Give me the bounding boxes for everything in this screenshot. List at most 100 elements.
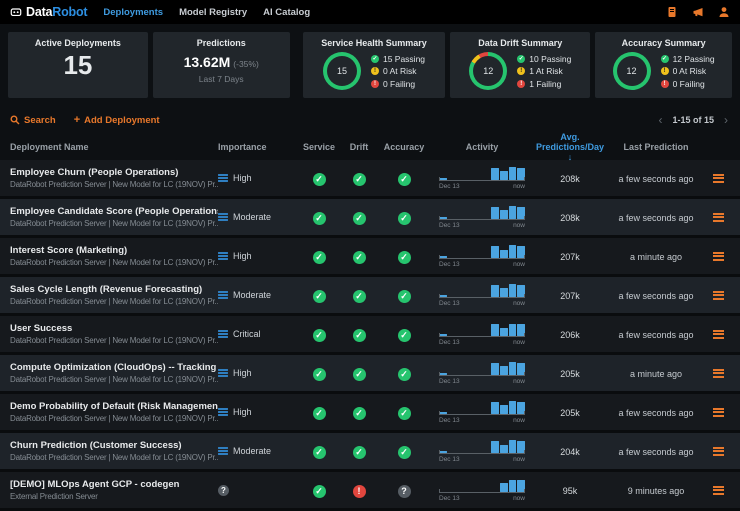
row-menu-icon[interactable]: [713, 408, 724, 417]
service-status-icon[interactable]: ✓: [313, 446, 326, 459]
search-button[interactable]: Search: [10, 115, 56, 126]
deployment-name[interactable]: Churn Prediction (Customer Success): [10, 440, 218, 451]
deployment-name[interactable]: User Success: [10, 323, 218, 334]
row-menu-icon[interactable]: [713, 369, 724, 378]
importance-cell: High: [218, 251, 298, 261]
accuracy-status-icon[interactable]: ✓: [398, 173, 411, 186]
deployment-subtitle: DataRobot Prediction Server | New Model …: [10, 336, 218, 345]
user-icon[interactable]: [718, 6, 730, 18]
header-service[interactable]: Service: [298, 142, 340, 152]
drift-cell: ✓: [340, 403, 378, 421]
table-row[interactable]: Interest Score (Marketing) DataRobot Pre…: [0, 238, 740, 277]
deployment-name[interactable]: [DEMO] MLOps Agent GCP - codegen: [10, 479, 218, 490]
drift-status-icon[interactable]: ✓: [353, 251, 366, 264]
legend-passing: 10 Passing: [529, 54, 571, 64]
header-drift[interactable]: Drift: [340, 142, 378, 152]
table-row[interactable]: User Success DataRobot Prediction Server…: [0, 316, 740, 355]
importance-label: Moderate: [233, 446, 271, 456]
row-menu-icon[interactable]: [713, 330, 724, 339]
drift-status-icon[interactable]: ✓: [353, 368, 366, 381]
service-cell: ✓: [298, 481, 340, 499]
deployment-subtitle: DataRobot Prediction Server | New Model …: [10, 180, 218, 189]
nav-item-model-registry[interactable]: Model Registry: [179, 7, 247, 18]
row-menu-icon[interactable]: [713, 213, 724, 222]
service-status-icon[interactable]: ✓: [313, 173, 326, 186]
service-cell: ✓: [298, 286, 340, 304]
accuracy-status-icon[interactable]: ✓: [398, 446, 411, 459]
importance-label: High: [233, 173, 252, 183]
table-row[interactable]: Churn Prediction (Customer Success) Data…: [0, 433, 740, 472]
header-importance[interactable]: Importance: [218, 142, 298, 152]
table-row[interactable]: Compute Optimization (CloudOps) -- Track…: [0, 355, 740, 394]
docs-icon[interactable]: [666, 6, 678, 18]
datarobot-robot-icon: [10, 6, 22, 18]
add-deployment-button[interactable]: + Add Deployment: [74, 115, 160, 126]
drift-status-icon[interactable]: ✓: [353, 212, 366, 225]
accuracy-status-icon[interactable]: ✓: [398, 251, 411, 264]
header-avg-predictions[interactable]: Avg. Predictions/Day ↓: [534, 132, 606, 162]
deployment-name-cell: User Success DataRobot Prediction Server…: [10, 323, 218, 345]
drift-status-icon[interactable]: !: [353, 485, 366, 498]
nav-item-ai-catalog[interactable]: AI Catalog: [263, 7, 310, 18]
accuracy-status-icon[interactable]: ✓: [398, 407, 411, 420]
table-row[interactable]: Sales Cycle Length (Revenue Forecasting)…: [0, 277, 740, 316]
accuracy-status-icon[interactable]: ✓: [398, 212, 411, 225]
accuracy-status-icon[interactable]: ✓: [398, 329, 411, 342]
avg-predictions-value: 207k: [560, 291, 580, 301]
service-status-icon[interactable]: ✓: [313, 368, 326, 381]
deployment-name[interactable]: Sales Cycle Length (Revenue Forecasting): [10, 284, 218, 295]
activity-chart: [439, 283, 525, 297]
prev-page-icon[interactable]: ‹: [656, 115, 664, 125]
service-status-icon[interactable]: ✓: [313, 212, 326, 225]
table-row[interactable]: Demo Probability of Default (Risk Manage…: [0, 394, 740, 433]
header-activity[interactable]: Activity: [430, 142, 534, 152]
megaphone-icon[interactable]: [692, 6, 704, 18]
legend-failing: 0 Failing: [383, 79, 415, 89]
table-row[interactable]: Employee Candidate Score (People Operati…: [0, 199, 740, 238]
datarobot-logo[interactable]: DataRobot: [10, 5, 87, 19]
service-status-icon[interactable]: ✓: [313, 251, 326, 264]
deployment-name[interactable]: Demo Probability of Default (Risk Manage…: [10, 401, 218, 412]
activity-cell: Dec 13 now: [430, 322, 534, 346]
accuracy-status-icon[interactable]: ✓: [398, 368, 411, 381]
activity-start-label: Dec 13: [439, 222, 460, 229]
deployment-name[interactable]: Compute Optimization (CloudOps) -- Track…: [10, 362, 218, 373]
service-status-icon[interactable]: ✓: [313, 485, 326, 498]
predictions-delta: (-35%): [233, 59, 259, 69]
row-menu-icon[interactable]: [713, 291, 724, 300]
drift-status-icon[interactable]: ✓: [353, 329, 366, 342]
accuracy-status-icon[interactable]: ?: [398, 485, 411, 498]
pagination: ‹ 1-15 of 15 ›: [656, 115, 730, 125]
service-status-icon[interactable]: ✓: [313, 290, 326, 303]
drift-status-icon[interactable]: ✓: [353, 173, 366, 186]
nav-item-deployments[interactable]: Deployments: [103, 7, 163, 18]
row-menu-icon[interactable]: [713, 486, 724, 495]
table-row[interactable]: [DEMO] MLOps Agent GCP - codegen Externa…: [0, 472, 740, 511]
importance-label: Moderate: [233, 290, 271, 300]
predictions-card: Predictions 13.62M(-35%) Last 7 Days: [153, 32, 290, 98]
deployment-name[interactable]: Employee Churn (People Operations): [10, 167, 218, 178]
service-status-icon[interactable]: ✓: [313, 329, 326, 342]
header-accuracy[interactable]: Accuracy: [378, 142, 430, 152]
header-deployment-name[interactable]: Deployment Name: [10, 142, 218, 152]
activity-chart: [439, 439, 525, 453]
header-last-prediction[interactable]: Last Prediction: [606, 142, 706, 152]
row-menu-icon[interactable]: [713, 447, 724, 456]
row-menu-icon[interactable]: [713, 252, 724, 261]
donut-center-value: 15: [327, 56, 357, 86]
table-row[interactable]: Employee Churn (People Operations) DataR…: [0, 160, 740, 199]
drift-status-icon[interactable]: ✓: [353, 290, 366, 303]
row-menu-icon[interactable]: [713, 174, 724, 183]
deployment-name[interactable]: Employee Candidate Score (People Operati…: [10, 206, 218, 217]
service-status-icon[interactable]: ✓: [313, 407, 326, 420]
deployment-name[interactable]: Interest Score (Marketing): [10, 245, 218, 256]
drift-status-icon[interactable]: ✓: [353, 407, 366, 420]
drift-status-icon[interactable]: ✓: [353, 446, 366, 459]
accuracy-status-icon[interactable]: ✓: [398, 290, 411, 303]
next-page-icon[interactable]: ›: [722, 115, 730, 125]
importance-cell: Moderate: [218, 212, 298, 222]
activity-chart: [439, 244, 525, 258]
importance-icon: [218, 213, 228, 221]
importance-icon: [218, 291, 228, 299]
activity-cell: Dec 13 now: [430, 361, 534, 385]
